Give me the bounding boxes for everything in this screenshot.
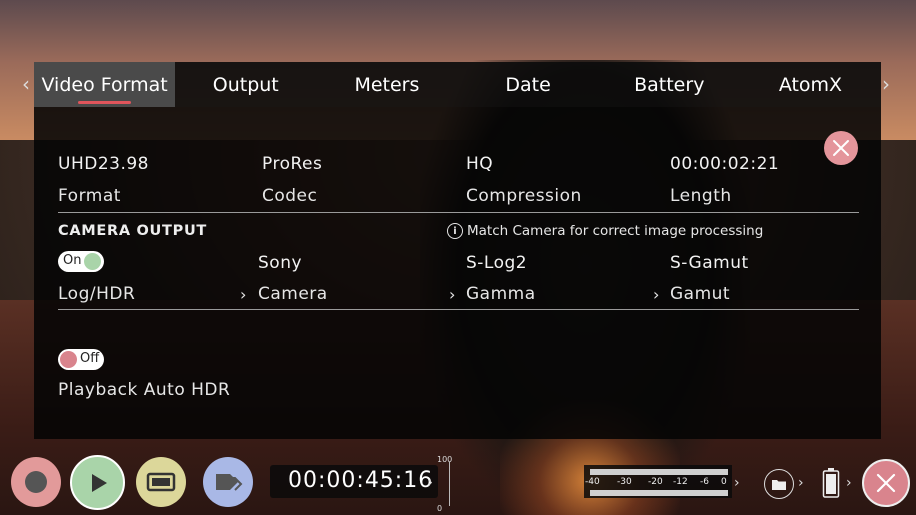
gamut-chevron-icon[interactable]: › — [653, 285, 659, 304]
compression-label: Compression — [466, 186, 582, 206]
camera-chevron-icon[interactable]: › — [240, 285, 246, 304]
tab-battery[interactable]: Battery — [599, 62, 740, 107]
volume-slider[interactable] — [449, 462, 450, 506]
toggle-knob — [60, 351, 77, 368]
playback-auto-hdr-toggle[interactable]: Off — [58, 349, 104, 370]
audio-meter-bar-top — [590, 469, 728, 475]
monitor-icon — [146, 472, 176, 492]
timecode-chevron-icon[interactable]: › — [427, 473, 433, 491]
meter-chevron-icon[interactable]: › — [734, 475, 740, 491]
tab-label: Output — [212, 73, 279, 96]
close-icon — [876, 473, 896, 493]
tab-label: Video Format — [41, 73, 168, 96]
camera-output-title: CAMERA OUTPUT — [58, 223, 208, 239]
tab-video-format[interactable]: Video Format — [34, 62, 176, 107]
length-value: 00:00:02:21 — [670, 154, 780, 174]
compression-value: HQ — [466, 154, 494, 174]
tab-output[interactable]: Output — [175, 62, 316, 107]
tag-icon — [216, 474, 243, 491]
camera-output-note: i Match Camera for correct image process… — [447, 223, 763, 239]
folder-icon — [772, 479, 786, 490]
camera-output-note-text: Match Camera for correct image processin… — [467, 223, 764, 239]
meter-tick-label: -12 — [673, 477, 688, 487]
meter-tick-label: -20 — [648, 477, 663, 487]
camera-label[interactable]: Camera — [258, 284, 328, 304]
meter-tick-label: -30 — [617, 477, 632, 487]
meter-tick-label: 0 — [721, 477, 727, 487]
folder-chevron-icon[interactable]: › — [798, 475, 804, 491]
toggle-state-label: On — [63, 253, 82, 268]
toggle-state-label: Off — [80, 351, 100, 366]
format-value: UHD23.98 — [58, 154, 149, 174]
gamma-label[interactable]: Gamma — [466, 284, 536, 304]
length-label: Length — [670, 186, 732, 206]
gamma-chevron-icon[interactable]: › — [449, 285, 455, 304]
volume-min-label: 0 — [437, 504, 443, 513]
tabs-prev-arrow-icon[interactable]: ‹ — [22, 72, 30, 96]
gamut-label[interactable]: Gamut — [670, 284, 730, 304]
tab-label: Date — [505, 73, 551, 96]
play-icon — [91, 473, 107, 492]
toggle-knob — [84, 253, 101, 270]
audio-meter-bar-bottom — [590, 490, 728, 496]
record-button[interactable] — [11, 457, 61, 507]
info-icon: i — [447, 223, 463, 239]
timecode-value: 00:00:45:16 — [288, 468, 434, 493]
battery-icon[interactable] — [822, 468, 840, 498]
tab-label: Meters — [354, 73, 420, 96]
camera-value[interactable]: Sony — [258, 253, 302, 273]
tab-bar: Video Format Output Meters Date Battery … — [34, 62, 881, 107]
codec-value: ProRes — [262, 154, 323, 174]
battery-chevron-icon[interactable]: › — [846, 475, 852, 491]
log-hdr-toggle[interactable]: On — [58, 251, 104, 272]
codec-label: Codec — [262, 186, 318, 206]
record-icon — [25, 471, 47, 493]
tab-date[interactable]: Date — [458, 62, 599, 107]
meter-tick-label: -6 — [700, 477, 709, 487]
close-icon — [833, 140, 849, 156]
close-button[interactable] — [824, 131, 858, 165]
gamut-value[interactable]: S-Gamut — [670, 253, 749, 273]
tab-meters[interactable]: Meters — [316, 62, 457, 107]
tab-atomx[interactable]: AtomX — [740, 62, 881, 107]
monitor-button[interactable] — [136, 457, 186, 507]
format-label: Format — [58, 186, 121, 206]
gamma-value[interactable]: S-Log2 — [466, 253, 527, 273]
meter-tick-label: -40 — [585, 477, 600, 487]
tab-label: Battery — [634, 73, 705, 96]
log-hdr-label: Log/HDR — [58, 284, 136, 304]
tag-button[interactable] — [203, 457, 253, 507]
play-button[interactable] — [70, 455, 125, 510]
close-menu-button[interactable] — [862, 459, 910, 507]
divider — [58, 309, 859, 310]
tab-label: AtomX — [778, 73, 843, 96]
tabs-next-arrow-icon[interactable]: › — [882, 72, 890, 96]
folder-button[interactable] — [764, 469, 794, 499]
divider — [58, 212, 859, 213]
playback-auto-hdr-label: Playback Auto HDR — [58, 380, 231, 400]
